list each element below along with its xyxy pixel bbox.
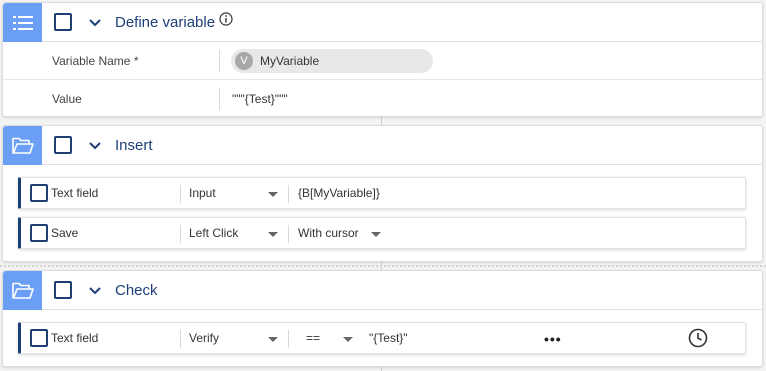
action-select[interactable]: Left Click (189, 226, 238, 240)
block-title: Check (115, 282, 158, 299)
expected-value[interactable]: "{Test}" (369, 331, 408, 345)
step-target: Save (51, 226, 79, 240)
variable-badge-icon: V (235, 52, 253, 70)
action-select[interactable]: Input (189, 186, 216, 200)
step-checkbox[interactable] (30, 224, 48, 242)
block-header[interactable]: Define variable (3, 3, 762, 42)
action-select[interactable]: Verify (189, 331, 219, 345)
block-title: Define variable (115, 14, 216, 31)
info-icon[interactable] (219, 12, 233, 26)
clock-icon[interactable] (688, 328, 708, 348)
variable-name-label: Variable Name * (52, 54, 139, 68)
caret-down-icon[interactable] (268, 192, 278, 197)
value-field[interactable]: """{Test}""" (232, 92, 288, 106)
step-target: Text field (51, 331, 99, 345)
divider (288, 225, 289, 243)
define-variable-block: Define variable Variable Name * V MyVari… (2, 2, 763, 117)
operator-select[interactable]: == (306, 331, 320, 345)
caret-down-icon[interactable] (371, 232, 381, 237)
variable-name-chip[interactable]: V MyVariable (231, 49, 433, 73)
divider (219, 50, 220, 72)
step-target: Text field (51, 186, 99, 200)
value-label: Value (52, 92, 82, 106)
variable-name-value: MyVariable (260, 54, 320, 68)
divider (180, 330, 181, 348)
more-options-icon[interactable]: ••• (544, 331, 562, 347)
flow-connector-line (381, 117, 382, 125)
caret-down-icon[interactable] (268, 337, 278, 342)
divider (180, 185, 181, 203)
list-icon (3, 3, 42, 42)
chevron-down-icon[interactable] (87, 283, 103, 299)
step-value[interactable]: {B[MyVariable]} (298, 186, 380, 200)
block-select-checkbox[interactable] (54, 281, 72, 299)
block-title: Insert (115, 137, 153, 154)
block-header[interactable]: Insert (3, 126, 762, 165)
divider (180, 225, 181, 243)
block-select-checkbox[interactable] (54, 136, 72, 154)
divider (219, 88, 220, 110)
block-drop-zone (0, 265, 766, 267)
flow-connector-line (381, 367, 382, 371)
option-select[interactable]: With cursor (298, 226, 359, 240)
caret-down-icon[interactable] (343, 337, 353, 342)
folder-open-icon (3, 271, 42, 310)
step-checkbox[interactable] (30, 184, 48, 202)
step-checkbox[interactable] (30, 329, 48, 347)
step-row-text-field-verify[interactable]: Text field Verify == "{Test}" ••• (18, 322, 746, 354)
chevron-down-icon[interactable] (87, 15, 103, 31)
block-select-checkbox[interactable] (54, 13, 72, 31)
step-row-save-click[interactable]: Save Left Click With cursor (18, 217, 746, 249)
step-row-text-field-input[interactable]: Text field Input {B[MyVariable]} (18, 177, 746, 209)
value-row: Value """{Test}""" (3, 80, 762, 118)
chevron-down-icon[interactable] (87, 138, 103, 154)
variable-name-row: Variable Name * V MyVariable (3, 42, 762, 80)
divider (288, 330, 289, 348)
divider (288, 185, 289, 203)
block-header[interactable]: Check (3, 271, 762, 310)
caret-down-icon[interactable] (268, 232, 278, 237)
folder-open-icon (3, 126, 42, 165)
